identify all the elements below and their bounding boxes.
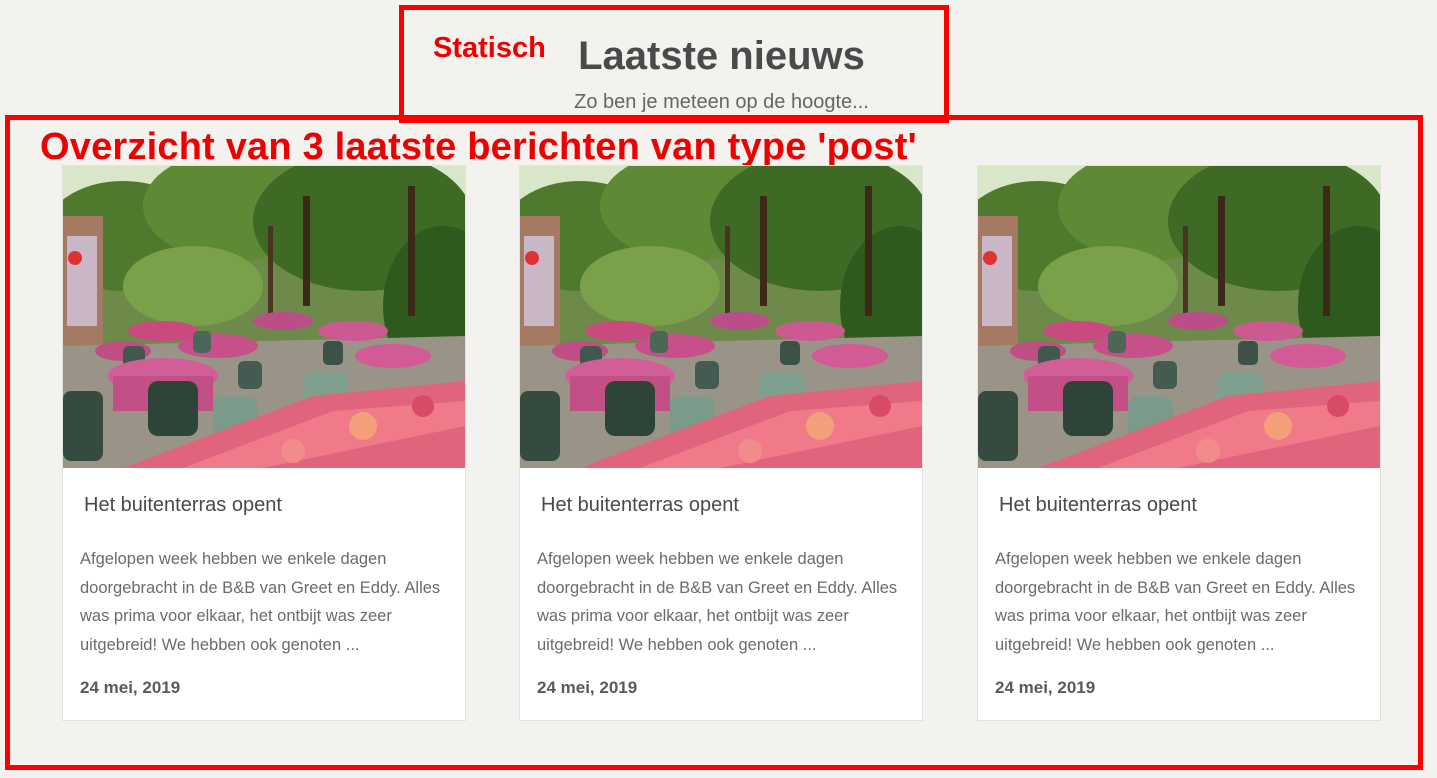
overview-annotation-label: Overzicht van 3 laatste berichten van ty… [40,126,917,168]
post-date: 24 mei, 2019 [537,678,638,697]
section-subtitle: Zo ben je meteen op de hoogte... [574,91,869,113]
excerpt-line: doorgebracht in de B&B van Greet en Eddy… [80,578,441,597]
excerpt-line: uitgebreid! We hebben ook genoten ... [995,635,1275,654]
excerpt-line: doorgebracht in de B&B van Greet en Eddy… [537,578,898,597]
excerpt-line: uitgebreid! We hebben ook genoten ... [537,635,817,654]
post-title[interactable]: Het buitenterras opent [84,494,282,517]
post-image[interactable] [978,166,1380,468]
excerpt-line: uitgebreid! We hebben ook genoten ... [80,635,360,654]
excerpt-line: Afgelopen week hebben we enkele dagen [537,550,844,568]
excerpt-line: Afgelopen week hebben we enkele dagen [80,550,387,568]
post-image[interactable] [520,166,922,468]
excerpt-line: was prima voor elkaar, het ontbijt was z… [995,607,1307,626]
post-excerpt: Afgelopen week hebben we enkele dagen do… [995,545,1375,659]
post-date: 24 mei, 2019 [995,678,1096,697]
excerpt-line: was prima voor elkaar, het ontbijt was z… [537,607,849,626]
excerpt-line: doorgebracht in de B&B van Greet en Eddy… [995,578,1356,597]
post-card[interactable]: Het buitenterras opent Afgelopen week he… [519,165,923,721]
post-date: 24 mei, 2019 [80,678,181,697]
section-title: Laatste nieuws [578,34,865,78]
post-card[interactable]: Het buitenterras opent Afgelopen week he… [977,165,1381,721]
post-excerpt: Afgelopen week hebben we enkele dagen do… [537,545,917,659]
post-excerpt: Afgelopen week hebben we enkele dagen do… [80,545,460,659]
post-card[interactable]: Het buitenterras opent Afgelopen week he… [62,165,466,721]
post-title[interactable]: Het buitenterras opent [999,494,1197,517]
excerpt-line: Afgelopen week hebben we enkele dagen [995,550,1302,568]
post-title[interactable]: Het buitenterras opent [541,494,739,517]
post-image[interactable] [63,166,465,468]
excerpt-line: was prima voor elkaar, het ontbijt was z… [80,607,392,626]
